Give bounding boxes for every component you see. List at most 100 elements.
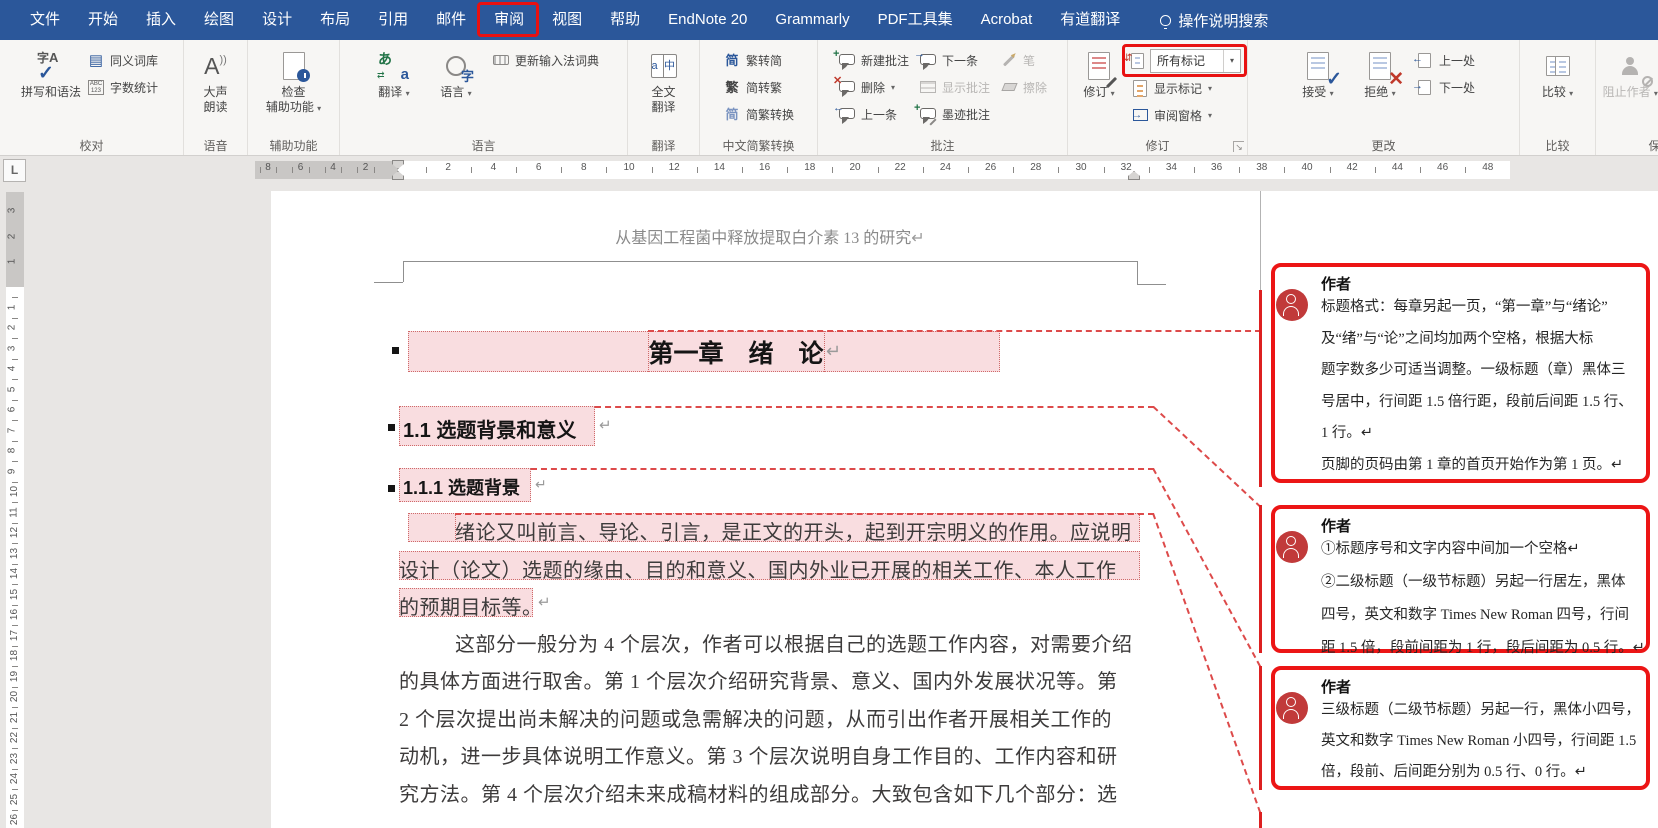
- comment-text-line[interactable]: 号居中，行间距 1.5 倍行距，段前后间距 1.5 行、: [1321, 390, 1643, 411]
- menu-tab-Acrobat[interactable]: Acrobat: [967, 0, 1047, 40]
- comment-text-line[interactable]: ②二级标题（一级节标题）另起一行居左，黑体: [1321, 570, 1643, 591]
- ruler-number: 36: [1211, 162, 1222, 173]
- menubar: 文件开始插入绘图设计布局引用邮件审阅视图帮助EndNote 20Grammarl…: [0, 0, 1658, 40]
- button-审阅窗格[interactable]: →审阅窗格▾: [1126, 102, 1243, 128]
- ruler-number: 2: [445, 162, 451, 173]
- comment-text-line[interactable]: 标题格式：每章另起一页，“第一章”与“绪论”: [1321, 295, 1643, 316]
- comment-text-line[interactable]: 三级标题（二级节标题）另起一行，黑体小四号，: [1321, 698, 1643, 719]
- body-text-line[interactable]: 2 个层次提出尚未解决的问题或急需解决的问题，从而引出作者开展相关工作的: [399, 703, 1112, 732]
- button-擦除[interactable]: 擦除: [995, 74, 1052, 100]
- menu-tab-绘图[interactable]: 绘图: [190, 0, 248, 40]
- ruler-tick: [12, 789, 18, 790]
- button-阻止作者[interactable]: 阻止作者 ▾: [1600, 45, 1658, 101]
- button-简转繁[interactable]: 繁简转繁: [718, 74, 799, 100]
- button-下一处[interactable]: →下一处: [1411, 74, 1480, 100]
- button-label: 删除: [861, 79, 885, 96]
- menu-tab-有道翻译[interactable]: 有道翻译: [1046, 0, 1134, 40]
- comment-text-line[interactable]: ①标题序号和文字内容中间加一个空格↵: [1321, 537, 1643, 558]
- ruler-tick: [1239, 167, 1240, 173]
- combobox-dropdown-arrow[interactable]: ▾: [1223, 50, 1240, 72]
- comment-text-line[interactable]: 倍，段前、后间距分别为 0.5 行、0 行。↵: [1321, 760, 1643, 781]
- button-字数统计[interactable]: ABC123字数统计: [82, 74, 163, 100]
- ruler-number: 30: [1075, 162, 1086, 173]
- new-comment-icon: +: [838, 51, 856, 69]
- dialog-launcher-icon[interactable]: ↘: [1233, 141, 1244, 152]
- comment-text-line[interactable]: 页脚的页码由第 1 章的首页开始作为第 1 页。↵: [1321, 453, 1643, 474]
- menu-tab-插入[interactable]: 插入: [132, 0, 190, 40]
- body-text-line[interactable]: 究方法。第 4 个层次介绍未来成稿材料的组成部分。大致包含如下几个部分：选: [399, 778, 1118, 807]
- menu-tab-文件[interactable]: 文件: [16, 0, 74, 40]
- ruler-number: 32: [1121, 162, 1132, 173]
- button-检查辅助功能[interactable]: 检查辅助功能 ▾: [263, 45, 325, 116]
- body-text-line[interactable]: 这部分一般分为 4 个层次，作者可以根据自己的选题工作内容，对需要介绍: [455, 628, 1133, 657]
- button-简繁转换[interactable]: 简简繁转换: [718, 101, 799, 127]
- menu-tab-PDF工具集[interactable]: PDF工具集: [864, 0, 967, 40]
- ruler-number: 12: [9, 527, 20, 538]
- button-修订[interactable]: 修订 ▾: [1072, 45, 1126, 101]
- menu-tab-视图[interactable]: 视图: [538, 0, 596, 40]
- button-显示批注[interactable]: 显示批注: [914, 74, 995, 100]
- menu-tab-引用[interactable]: 引用: [364, 0, 422, 40]
- menu-tab-EndNote 20[interactable]: EndNote 20: [654, 0, 761, 40]
- menu-tab-设计[interactable]: 设计: [248, 0, 306, 40]
- button-拼写和语法[interactable]: 字A✓拼写和语法: [20, 45, 82, 100]
- anchor-divider: [824, 331, 825, 372]
- comment-connector-line: [595, 406, 1154, 408]
- ruler-tick: [12, 420, 18, 421]
- button-新建批注[interactable]: +新建批注: [833, 47, 914, 73]
- button-翻译[interactable]: あa⇄翻译 ▾: [363, 45, 425, 101]
- menu-tab-开始[interactable]: 开始: [74, 0, 132, 40]
- markup-boundary-line: [1260, 191, 1261, 290]
- button-全文翻译[interactable]: a中全文翻译: [633, 45, 695, 115]
- tab-selector[interactable]: L: [3, 159, 26, 182]
- button-大声朗读[interactable]: A))大声朗读: [188, 45, 243, 115]
- button-显示标记[interactable]: 显示标记▾: [1126, 75, 1243, 101]
- button-上一条[interactable]: ←上一条: [833, 101, 914, 127]
- button-同义词库[interactable]: ▤同义词库: [82, 47, 163, 73]
- body-text-line[interactable]: 的具体方面进行取舍。第 1 个层次介绍研究背景、意义、国内外发展状况等。第: [399, 665, 1118, 694]
- body-text-line[interactable]: 绪论又叫前言、导论、引言，是正文的开头，起到开宗明义的作用。应说明: [455, 516, 1132, 545]
- button-接受[interactable]: ✓接受 ▾: [1287, 45, 1349, 101]
- reviewing-pane-icon: →: [1131, 106, 1149, 124]
- body-text-line[interactable]: 设计（论文）选题的缘由、目的和意义、国内外业已开展的相关工作、本人工作: [399, 554, 1117, 583]
- button-比较[interactable]: 比较 ▾: [1527, 45, 1589, 101]
- simp-trad-convert-icon: 简: [723, 105, 741, 123]
- ruler-number: 15: [9, 588, 20, 599]
- comment-text-line[interactable]: 距 1.5 倍，段前间距为 1 行，段后间距为 0.5 行。↵: [1321, 636, 1643, 657]
- comment-text-line[interactable]: 及“绪”与“论”之间均加两个空格，根据大标: [1321, 327, 1643, 348]
- button-下一条[interactable]: →下一条: [914, 47, 995, 73]
- body-text-line[interactable]: 的预期目标等。: [399, 591, 543, 620]
- button-删除[interactable]: ✕删除▾: [833, 74, 914, 100]
- menu-tab-审阅[interactable]: 审阅: [480, 0, 538, 40]
- ruler-number: 6: [536, 162, 542, 173]
- button-更新输入法词典[interactable]: 更新输入法词典: [487, 47, 604, 73]
- read-aloud-icon: A)): [199, 49, 233, 83]
- comment-text-line[interactable]: 四号，英文和数字 Times New Roman 四号，行间: [1321, 603, 1643, 624]
- button-繁转简[interactable]: 简繁转简: [718, 47, 799, 73]
- menu-tab-邮件[interactable]: 邮件: [422, 0, 480, 40]
- button-上一处[interactable]: ←上一处: [1411, 47, 1480, 73]
- body-text-line[interactable]: 动机，进一步具体说明工作意义。第 3 个层次说明自身工作目的、工作内容和研: [399, 740, 1118, 769]
- button-墨迹批注[interactable]: +墨迹批注: [914, 101, 995, 127]
- comment-text-line[interactable]: 1 行。↵: [1321, 421, 1643, 442]
- button-label: 墨迹批注: [942, 106, 990, 123]
- ruler-tick: [606, 167, 607, 173]
- comment-text-line[interactable]: 题字数多少可适当调整。一级标题（章）黑体三: [1321, 358, 1643, 379]
- ruler-tick: [516, 167, 517, 173]
- tell-me-box[interactable]: 操作说明搜索: [1160, 10, 1268, 31]
- button-拒绝[interactable]: ✕拒绝 ▾: [1349, 45, 1411, 101]
- combobox-value: 所有标记: [1151, 52, 1223, 69]
- button-stack: 笔擦除: [995, 45, 1052, 100]
- subsection-heading[interactable]: 1.1.1 选题背景: [403, 474, 520, 500]
- comment-text-line[interactable]: 英文和数字 Times New Roman 小四号，行间距 1.5: [1321, 729, 1643, 750]
- menu-tab-帮助[interactable]: 帮助: [596, 0, 654, 40]
- ribbon: 字A✓拼写和语法▤同义词库ABC123字数统计校对A))大声朗读语音检查辅助功能…: [0, 40, 1658, 156]
- page-header-text[interactable]: 从基因工程菌中释放提取白介素 13 的研究↵: [403, 224, 1137, 248]
- chapter-heading[interactable]: 第一章 绪 论: [648, 334, 824, 370]
- menu-tab-布局[interactable]: 布局: [306, 0, 364, 40]
- section-heading[interactable]: 1.1 选题背景和意义: [403, 414, 576, 443]
- menu-tab-Grammarly[interactable]: Grammarly: [761, 0, 863, 40]
- button-笔[interactable]: 笔: [995, 47, 1052, 73]
- display-for-review-combobox[interactable]: 所有标记▾: [1150, 49, 1241, 73]
- button-语言[interactable]: 字语言 ▾: [425, 45, 487, 101]
